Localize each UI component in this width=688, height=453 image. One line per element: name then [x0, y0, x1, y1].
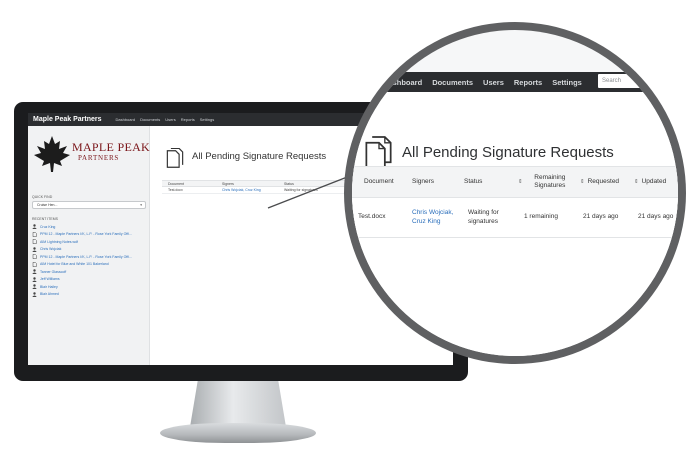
zoom-requests-table: Document Signers Status ⇕ Remaining Signa… — [352, 166, 678, 238]
user-icon — [32, 269, 37, 275]
zoom-nav-documents[interactable]: Documents — [432, 78, 473, 87]
recent-item-label: Cruz King — [40, 224, 56, 229]
column-header-remaining[interactable]: ⇕ Remaining Signatures — [518, 167, 574, 197]
nav-settings[interactable]: Settings — [200, 117, 214, 122]
column-header-status[interactable]: Status — [284, 182, 362, 186]
zoom-nav-reports[interactable]: Reports — [514, 78, 542, 87]
logo-word-maple-peak: MAPLE PEAK — [72, 140, 151, 154]
zoom-nav-dashboard[interactable]: Dashboard — [383, 78, 422, 87]
cell-document[interactable]: Test.docx — [162, 188, 222, 192]
monitor-stand-base — [160, 423, 316, 443]
column-header-updated[interactable]: ⇕ Updated — [634, 167, 678, 197]
recent-item-4[interactable]: PPM 12 - Maple Partners I/K, L.P. - Rose… — [32, 253, 148, 261]
zoom-nav-users[interactable]: Users — [483, 78, 504, 87]
nav-dashboard[interactable]: Dashboard — [115, 117, 135, 122]
search-input[interactable]: Search — [598, 74, 664, 88]
recent-item-label: AIM Hotel for Blue and White 101 Bakerla… — [40, 262, 109, 267]
nav-users[interactable]: Users — [165, 117, 175, 122]
recent-item-label: AIM Lightning Notes.wdf — [40, 239, 78, 244]
table-header: Document Signers Status — [162, 180, 362, 187]
column-header-document[interactable]: Document — [162, 182, 222, 186]
recent-item-label: Jeff Williams — [40, 277, 60, 282]
sort-icon: ⇕ — [518, 178, 523, 185]
column-header-status[interactable]: Status — [464, 167, 504, 197]
recent-item-2[interactable]: AIM Lightning Notes.wdf — [32, 238, 148, 246]
sort-icon: ⇕ — [634, 178, 639, 185]
user-icon — [32, 247, 37, 252]
document-icon — [32, 239, 37, 245]
user-icon — [32, 284, 37, 290]
zoom-nav-settings[interactable]: Settings — [552, 78, 582, 87]
requests-table: Document Signers Status Test.docx Chris … — [162, 180, 362, 194]
document-icon — [32, 231, 37, 237]
sort-icon: ⇕ — [580, 178, 585, 185]
cell-signers-link[interactable]: Chris Wojciak, Cruz King — [222, 188, 284, 192]
column-header-signers[interactable]: Signers — [222, 182, 284, 186]
recent-item-6[interactable]: Tanner Glasscoff — [32, 268, 148, 276]
cell-updated: 21 days ago — [638, 213, 674, 221]
maple-leaf-icon — [34, 136, 70, 172]
recent-item-label: PPM 12 - Maple Partners I/K, L.P. - Rose… — [40, 254, 132, 259]
nav-documents[interactable]: Documents — [140, 117, 160, 122]
recent-item-3[interactable]: Chris Wojciak — [32, 246, 148, 254]
cell-requested: 21 days ago — [583, 213, 619, 221]
column-header-requested[interactable]: ⇕ Requested — [580, 167, 628, 197]
quick-find-select[interactable]: Cruise Hen... ▾ — [32, 201, 146, 209]
recent-item-label: Blair Ahmed — [40, 292, 59, 297]
recent-item-label: PPM 12 - Maple Partners I/K, L.P. - Rose… — [40, 232, 132, 237]
table-row[interactable]: Test.docx Chris Wojciak, Cruz King Waiti… — [352, 198, 678, 238]
user-icon — [32, 277, 37, 282]
caret-down-icon: ▾ — [140, 203, 142, 207]
recent-items-label: Recent Items — [32, 217, 58, 221]
zoom-table-header: Document Signers Status ⇕ Remaining Signa… — [352, 166, 678, 198]
cell-remaining: 1 remaining — [524, 213, 558, 221]
user-icon — [32, 292, 37, 297]
logo-word-partners: PARTNERS — [78, 154, 120, 162]
nav-reports[interactable]: Reports — [181, 117, 195, 122]
table-row[interactable]: Test.docx Chris Wojciak, Cruz King Waiti… — [162, 187, 362, 194]
recent-item-label: Blair Hailey — [40, 284, 58, 289]
documents-icon — [166, 148, 184, 168]
sidebar: MAPLE PEAK PARTNERS Quick Find Cruise He… — [28, 126, 150, 365]
recent-item-label: Chris Wojciak — [40, 247, 62, 252]
document-icon — [32, 261, 37, 267]
zoom-page-title: All Pending Signature Requests — [402, 144, 614, 161]
recent-item-5[interactable]: AIM Hotel for Blue and White 101 Bakerla… — [32, 261, 148, 269]
cell-signers-link[interactable]: Chris Wojciak, Cruz King — [412, 198, 458, 237]
monitor-stand-neck — [190, 381, 286, 427]
document-icon — [32, 254, 37, 260]
company-logo: MAPLE PEAK PARTNERS — [32, 134, 151, 176]
zoom-callout: Dashboard Documents Users Reports Settin… — [352, 30, 678, 356]
cell-status: Waiting for signatures — [284, 188, 318, 192]
cell-document[interactable]: Test.docx — [358, 198, 406, 237]
brand-name[interactable]: Maple Peak Partners — [33, 116, 101, 123]
recent-item-label: Tanner Glasscoff — [40, 269, 67, 274]
column-header-signers[interactable]: Signers — [412, 167, 452, 197]
column-header-document[interactable]: Document — [364, 167, 404, 197]
user-icon — [32, 224, 37, 230]
quick-find-value: Cruise Hen... — [37, 203, 58, 207]
page-title: All Pending Signature Requests — [192, 151, 327, 162]
recent-items-list: Cruz King PPM 12 - Maple Partners I/K, L… — [32, 223, 148, 298]
recent-item-8[interactable]: Blair Hailey — [32, 283, 148, 291]
cell-status: Waiting for signatures — [468, 209, 499, 225]
documents-icon — [365, 136, 392, 169]
quick-find-label: Quick Find — [32, 195, 53, 199]
recent-item-1[interactable]: PPM 12 - Maple Partners I/K, L.P. - Rose… — [32, 231, 148, 239]
recent-item-7[interactable]: Jeff Williams — [32, 276, 148, 284]
recent-item-9[interactable]: Blair Ahmed — [32, 291, 148, 299]
recent-item-0[interactable]: Cruz King — [32, 223, 148, 231]
